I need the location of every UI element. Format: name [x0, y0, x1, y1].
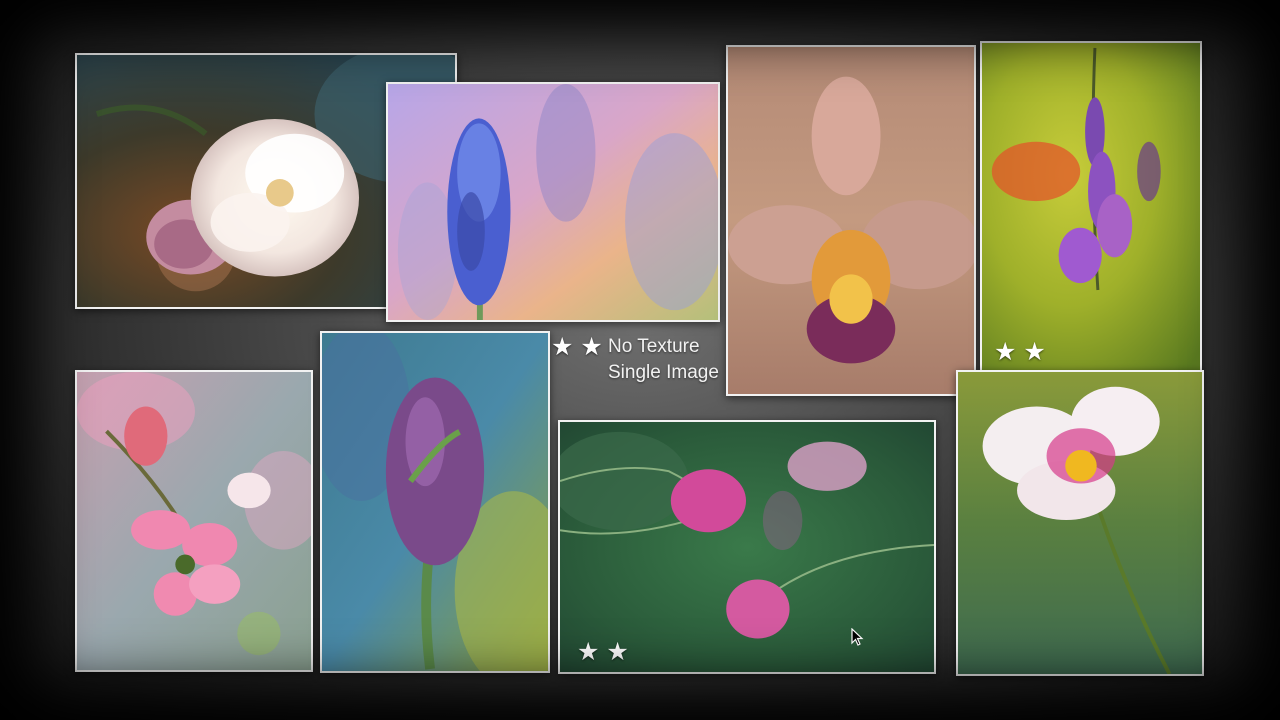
angels-fishing-rod-rating-stars: ★ ★	[994, 338, 1046, 366]
caption-rating-stars: ★ ★	[551, 333, 603, 361]
orchid-image	[728, 47, 974, 394]
photo-angels-fishing-rod[interactable]	[980, 41, 1202, 374]
photo-dogwood[interactable]	[75, 370, 313, 672]
caption-line-1: No Texture	[608, 336, 700, 357]
cosmos-image	[958, 372, 1202, 674]
tulip-bud-image	[322, 333, 548, 671]
grape-hyacinth-image	[388, 84, 718, 320]
photo-tulip-bud[interactable]	[320, 331, 550, 673]
photo-pink-wildflowers[interactable]	[558, 420, 936, 674]
pink-wildflowers-image	[560, 422, 934, 672]
photo-grape-hyacinth[interactable]	[386, 82, 720, 322]
caption-line-2: Single Image	[608, 362, 719, 383]
slide-background: ★ ★ No Texture Single Image ★ ★ ★ ★	[0, 0, 1280, 720]
photo-orchid[interactable]	[726, 45, 976, 396]
angels-fishing-rod-image	[982, 43, 1200, 372]
pink-wildflowers-rating-stars: ★ ★	[577, 638, 629, 666]
mouse-pointer-icon	[851, 628, 864, 646]
photo-cosmos[interactable]	[956, 370, 1204, 676]
dogwood-image	[77, 372, 311, 670]
caption-text: No Texture Single Image	[608, 334, 719, 386]
